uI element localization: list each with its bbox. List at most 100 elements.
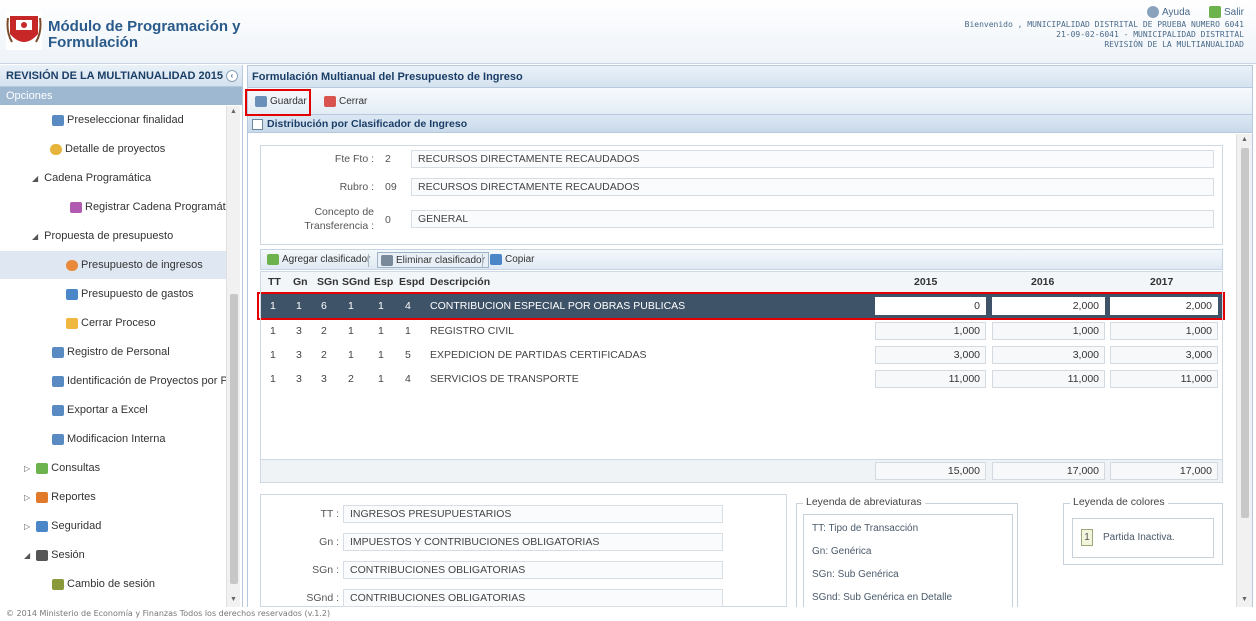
amount-2017-input[interactable]: 1,000 (1110, 322, 1218, 340)
inactive-swatch: 1 (1081, 529, 1093, 546)
collapsed-triangle-icon: ▷ (24, 522, 31, 531)
expense-icon (66, 288, 78, 300)
col-esp[interactable]: Esp (374, 271, 393, 293)
sidebar-item-consultas[interactable]: ▷ Consultas (0, 454, 226, 482)
sidebar-menu: Preseleccionar finalidad Detalle de proy… (0, 106, 226, 607)
concepto-row: Concepto de Transferencia : 0 GENERAL (261, 206, 1224, 238)
sidebar-item-seguridad[interactable]: ▷ Seguridad (0, 512, 226, 540)
folder-icon (36, 462, 49, 474)
sidebar-item-presupuesto-gastos[interactable]: Presupuesto de gastos (0, 280, 226, 308)
form-icon (52, 375, 64, 387)
abbreviation-list: TT: Tipo de Transacción Gn: Genérica SGn… (803, 514, 1013, 607)
concepto-field: GENERAL (411, 210, 1214, 228)
amount-2016-input[interactable]: 3,000 (992, 346, 1105, 364)
col-sgnd[interactable]: SGnd (342, 271, 370, 293)
amount-2016-input[interactable]: 11,000 (992, 370, 1105, 388)
sidebar-item-presupuesto-ingresos[interactable]: Presupuesto de ingresos (0, 251, 226, 279)
abbreviation-legend: Leyenda de abreviaturas TT: Tipo de Tran… (796, 496, 1018, 607)
row-highlight-box (257, 292, 1225, 320)
main-toolbar: Guardar Cerrar (245, 88, 1252, 116)
help-icon (1147, 6, 1160, 18)
tree-icon (52, 114, 64, 126)
content-scrollbar[interactable]: ▲ ▼ (1236, 134, 1252, 607)
total-2015: 15,000 (875, 462, 986, 480)
amount-2015-input[interactable]: 1,000 (875, 322, 986, 340)
scroll-down-icon[interactable]: ▼ (1241, 596, 1248, 603)
section-header[interactable]: Distribución por Clasificador de Ingreso (248, 115, 1252, 133)
sidebar-item-propuesta-presupuesto[interactable]: ◢ Propuesta de presupuesto (0, 222, 226, 250)
sidebar-item-registro-personal[interactable]: Registro de Personal (0, 338, 226, 366)
col-gn[interactable]: Gn (293, 271, 308, 293)
close-button[interactable]: Cerrar (322, 93, 367, 111)
sidebar-item-cerrar-proceso[interactable]: Cerrar Proceso (0, 309, 226, 337)
color-legend-list: 1 Partida Inactiva. (1072, 518, 1214, 558)
amount-2017-input[interactable]: 3,000 (1110, 346, 1218, 364)
expanded-triangle-icon: ◢ (24, 551, 31, 560)
sidebar-item-detalle-proyectos[interactable]: Detalle de proyectos (0, 135, 226, 163)
amount-2017-input[interactable]: 11,000 (1110, 370, 1218, 388)
scroll-up-icon[interactable]: ▲ (230, 108, 237, 115)
scroll-down-icon[interactable]: ▼ (230, 596, 237, 603)
amount-2015-input[interactable]: 11,000 (875, 370, 986, 388)
footer: © 2014 Ministerio de Economía y Finanzas… (0, 607, 1256, 621)
detail-row: Gn : IMPUESTOS Y CONTRIBUCIONES OBLIGATO… (261, 533, 788, 553)
detail-row: SGn : CONTRIBUCIONES OBLIGATORIAS (261, 561, 788, 581)
sidebar-item-exportar-excel[interactable]: Exportar a Excel (0, 396, 226, 424)
exit-link[interactable]: Salir (1201, 6, 1244, 18)
add-icon (267, 253, 279, 265)
sidebar-item-preseleccionar-finalidad[interactable]: Preseleccionar finalidad (0, 106, 226, 134)
collapse-sidebar-button[interactable]: ‹ (226, 70, 238, 82)
income-icon (66, 259, 78, 271)
sidebar-section-label: Opciones (0, 87, 242, 105)
user-code-text: 21-09-02-6041 - MUNICIPALIDAD DISTRITAL (1056, 30, 1244, 39)
fuente-form: Fte Fto : 2 RECURSOS DIRECTAMENTE RECAUD… (260, 145, 1223, 245)
toolbar-divider (482, 254, 483, 267)
sidebar-scrollbar[interactable]: ▲ ▼ (226, 106, 240, 607)
app-header: Módulo de Programación y Formulación Ayu… (0, 0, 1256, 64)
sidebar-item-reportes[interactable]: ▷ Reportes (0, 483, 226, 511)
amount-2015-input[interactable]: 3,000 (875, 346, 986, 364)
sidebar-item-sesion[interactable]: ◢ Sesión (0, 541, 226, 569)
close-process-icon (66, 317, 78, 329)
add-classifier-button[interactable]: Agregar clasificador (267, 252, 370, 268)
col-espd[interactable]: Espd (399, 271, 425, 293)
table-row[interactable]: 1 3 3 2 1 4 SERVICIOS DE TRANSPORTE 11,0… (260, 367, 1223, 391)
delete-classifier-button[interactable]: Eliminar clasificador (377, 252, 489, 268)
amount-2016-input[interactable]: 1,000 (992, 322, 1105, 340)
rubro-field: RECURSOS DIRECTAMENTE RECAUDADOS (411, 178, 1214, 196)
col-2017[interactable]: 2017 (1150, 271, 1173, 293)
sidebar-item-cambio-sesion[interactable]: Cambio de sesión (0, 570, 226, 598)
form-icon (52, 433, 64, 445)
sidebar-scroll-thumb[interactable] (230, 294, 238, 584)
scroll-up-icon[interactable]: ▲ (1241, 136, 1248, 143)
mef-logo-icon (6, 12, 42, 50)
sidebar-item-cadena-programatica[interactable]: ◢ Cadena Programática (0, 164, 226, 192)
total-2017: 17,000 (1110, 462, 1218, 480)
sidebar-item-identificacion-proyectos[interactable]: Identificación de Proyectos por Proc (0, 367, 226, 395)
col-descripcion[interactable]: Descripción (430, 271, 490, 293)
rubro-row: Rubro : 09 RECURSOS DIRECTAMENTE RECAUDA… (261, 178, 1224, 198)
col-2016[interactable]: 2016 (1031, 271, 1054, 293)
copy-button[interactable]: Copiar (490, 252, 534, 268)
table-row[interactable]: 1 3 2 1 1 1 REGISTRO CIVIL 1,000 1,000 1… (260, 319, 1223, 343)
sidebar-title: REVISIÓN DE LA MULTIANUALIDAD 2015 ‹ (0, 65, 242, 87)
col-tt[interactable]: TT (268, 271, 281, 293)
app-title: Módulo de Programación y Formulación (48, 18, 241, 51)
fte-field: RECURSOS DIRECTAMENTE RECAUDADOS (411, 150, 1214, 168)
toolbar-divider (368, 254, 369, 267)
collapsed-triangle-icon: ▷ (24, 493, 31, 502)
sidebar-item-modificacion-interna[interactable]: Modificacion Interna (0, 425, 226, 453)
detail-row: SGnd : CONTRIBUCIONES OBLIGATORIAS (261, 589, 788, 607)
close-icon (324, 95, 336, 107)
section-checkbox-icon[interactable] (252, 118, 263, 130)
main-panel: Formulación Multianual del Presupuesto d… (245, 65, 1253, 607)
help-link[interactable]: Ayuda (1139, 6, 1190, 18)
col-2015[interactable]: 2015 (914, 271, 937, 293)
reports-icon (36, 491, 49, 503)
total-2016: 17,000 (992, 462, 1105, 480)
col-sgn[interactable]: SGn (317, 271, 339, 293)
content-scroll-thumb[interactable] (1241, 148, 1249, 518)
sidebar-item-registrar-cadena[interactable]: Registrar Cadena Programática (0, 193, 226, 221)
totals-row: 15,000 17,000 17,000 (260, 459, 1223, 483)
table-row[interactable]: 1 3 2 1 1 5 EXPEDICION DE PARTIDAS CERTI… (260, 343, 1223, 367)
